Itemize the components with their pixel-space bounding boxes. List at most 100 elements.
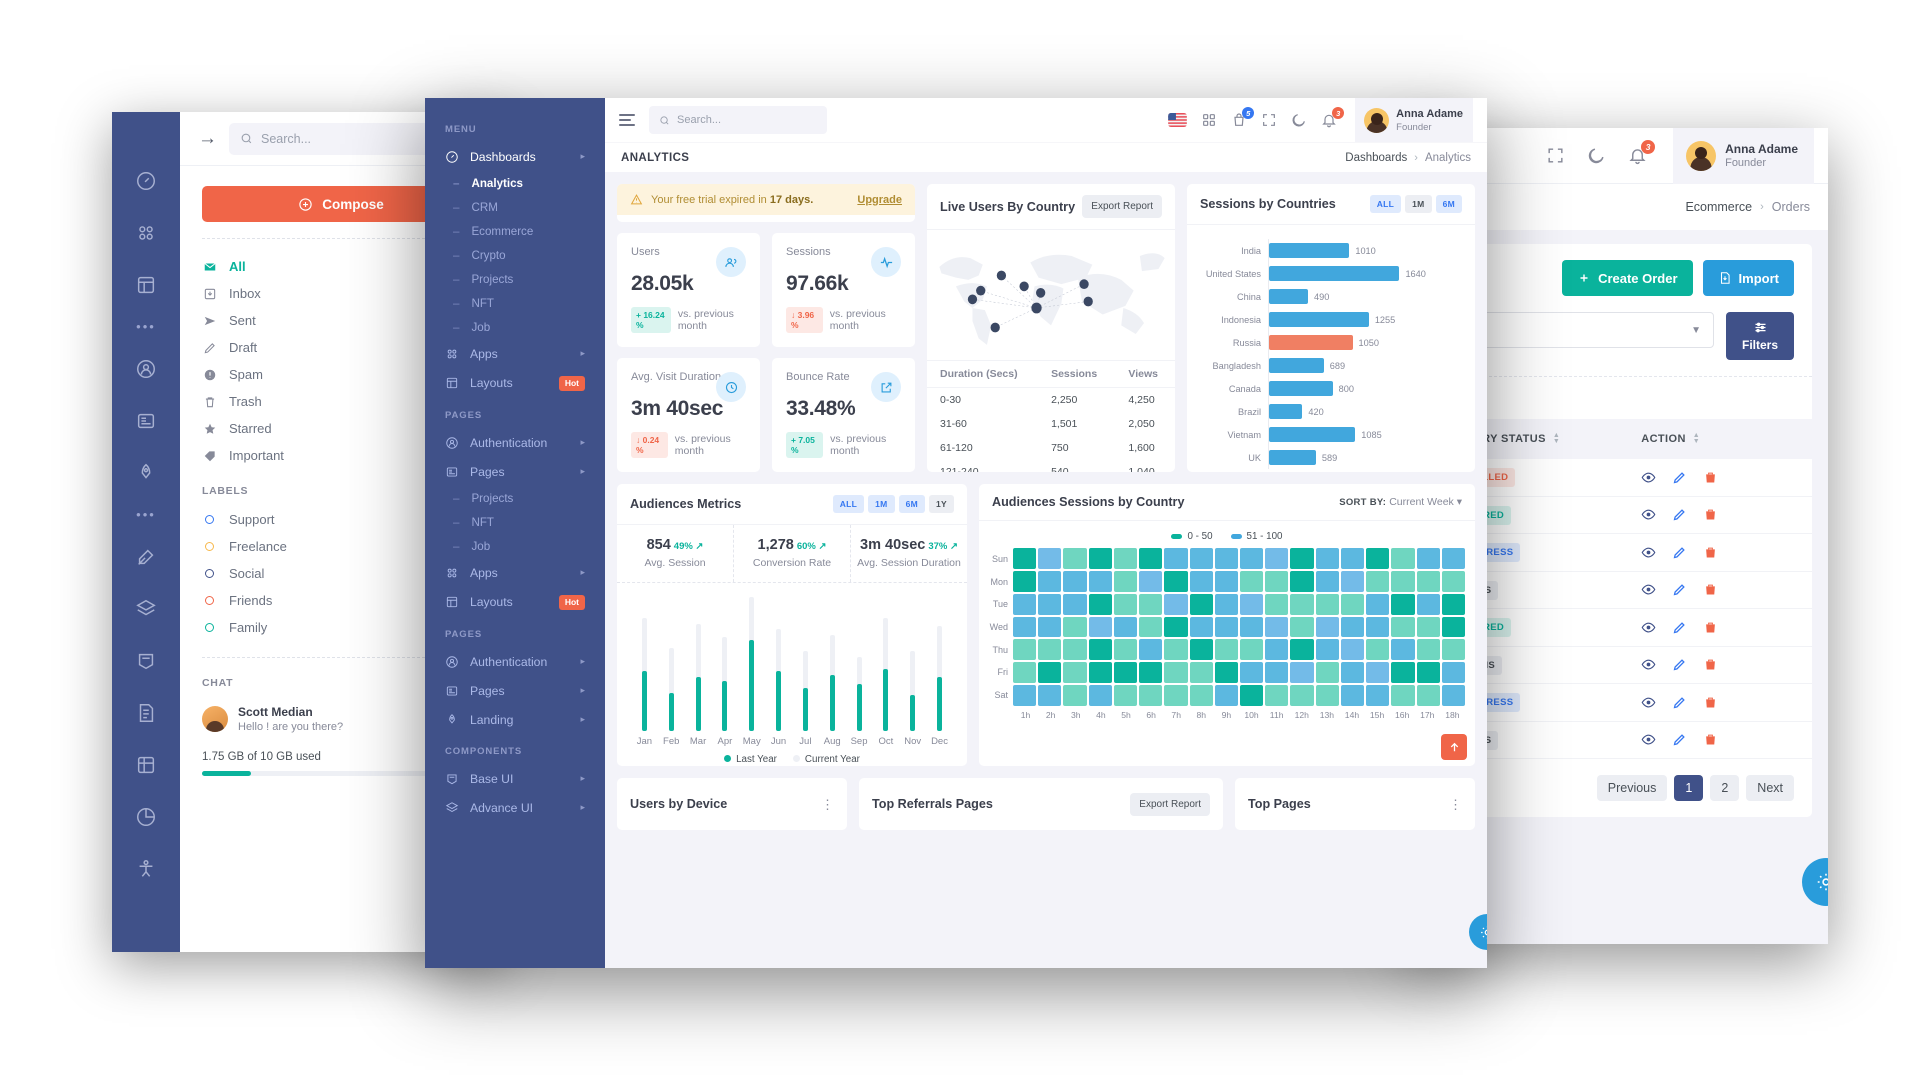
sidebar-item-pages[interactable]: Pages ▸: [425, 676, 605, 705]
view-icon[interactable]: [1641, 507, 1656, 522]
sidebar-item-base-ui[interactable]: Base UI ▸: [425, 764, 605, 793]
heatmap-cell[interactable]: [1441, 685, 1465, 706]
heatmap-cell[interactable]: [1416, 570, 1440, 592]
delete-icon[interactable]: [1703, 507, 1718, 522]
delete-icon[interactable]: [1703, 732, 1718, 747]
heatmap-cell[interactable]: [1063, 593, 1087, 615]
fullscreen-icon[interactable]: [1546, 146, 1565, 165]
heatmap-cell[interactable]: [1391, 570, 1415, 592]
heatmap-cell[interactable]: [1416, 616, 1440, 638]
heatmap-cell[interactable]: [1391, 685, 1415, 706]
heatmap-cell[interactable]: [1366, 570, 1390, 592]
user-profile-menu[interactable]: Anna Adame Founder: [1673, 128, 1814, 184]
export-report-button[interactable]: Export Report: [1082, 195, 1162, 218]
heatmap-cell[interactable]: [1139, 548, 1163, 569]
sidebar-item-projects[interactable]: – Projects: [425, 267, 605, 291]
heatmap-cell[interactable]: [1315, 570, 1339, 592]
heatmap-cell[interactable]: [1164, 616, 1188, 638]
heatmap-cell[interactable]: [1113, 616, 1138, 638]
heatmap-cell[interactable]: [1214, 639, 1238, 661]
heatmap-cell[interactable]: [1265, 662, 1289, 684]
heatmap-cell[interactable]: [1239, 593, 1264, 615]
heatmap-cell[interactable]: [1239, 662, 1264, 684]
document-icon[interactable]: [133, 700, 159, 726]
heatmap-cell[interactable]: [1038, 570, 1062, 592]
heatmap-cell[interactable]: [1441, 570, 1465, 592]
apps-grid-icon[interactable]: [1201, 112, 1217, 128]
heatmap-cell[interactable]: [1139, 639, 1163, 661]
sidebar-item-job[interactable]: – Job: [425, 534, 605, 558]
import-button[interactable]: Import: [1702, 260, 1794, 296]
next-button[interactable]: Next: [1746, 775, 1794, 801]
heatmap-cell[interactable]: [1340, 662, 1365, 684]
edit-icon[interactable]: [1672, 545, 1687, 560]
delete-icon[interactable]: [1703, 657, 1718, 672]
breadcrumb-parent[interactable]: Ecommerce: [1685, 200, 1752, 214]
menu-toggle-icon[interactable]: [619, 114, 635, 126]
heatmap-cell[interactable]: [1164, 548, 1188, 569]
heatmap-cell[interactable]: [1214, 616, 1238, 638]
heatmap-cell[interactable]: [1088, 548, 1112, 569]
heatmap-cell[interactable]: [1013, 685, 1037, 706]
heatmap-cell[interactable]: [1366, 616, 1390, 638]
search-input[interactable]: Search...: [649, 106, 827, 134]
heatmap-cell[interactable]: [1139, 570, 1163, 592]
heatmap-cell[interactable]: [1366, 548, 1390, 569]
heatmap-cell[interactable]: [1315, 593, 1339, 615]
delete-icon[interactable]: [1703, 620, 1718, 635]
edit-icon[interactable]: [1672, 732, 1687, 747]
heatmap-cell[interactable]: [1290, 548, 1314, 569]
fullscreen-icon[interactable]: [1261, 112, 1277, 128]
box-icon[interactable]: [133, 648, 159, 674]
table-icon[interactable]: [133, 752, 159, 778]
sidebar-item-crm[interactable]: – CRM: [425, 195, 605, 219]
dark-mode-icon[interactable]: [1587, 146, 1606, 165]
heatmap-cell[interactable]: [1391, 593, 1415, 615]
heatmap-cell[interactable]: [1088, 685, 1112, 706]
heatmap-cell[interactable]: [1366, 662, 1390, 684]
dark-mode-icon[interactable]: [1291, 112, 1307, 128]
page-icon[interactable]: [133, 408, 159, 434]
legend-item[interactable]: Last Year: [724, 754, 777, 765]
heatmap-cell[interactable]: [1088, 662, 1112, 684]
heatmap-cell[interactable]: [1189, 662, 1213, 684]
heatmap-cell[interactable]: [1290, 616, 1314, 638]
page-2-button[interactable]: 2: [1710, 775, 1740, 801]
heatmap-cell[interactable]: [1340, 593, 1365, 615]
heatmap-cell[interactable]: [1063, 639, 1087, 661]
heatmap-cell[interactable]: [1038, 548, 1062, 569]
view-icon[interactable]: [1641, 620, 1656, 635]
heatmap-cell[interactable]: [1265, 593, 1289, 615]
heatmap-cell[interactable]: [1239, 685, 1264, 706]
sidebar-item-analytics[interactable]: – Analytics: [425, 171, 605, 195]
heatmap-cell[interactable]: [1441, 616, 1465, 638]
heatmap-cell[interactable]: [1063, 662, 1087, 684]
heatmap-cell[interactable]: [1038, 685, 1062, 706]
heatmap-cell[interactable]: [1113, 593, 1138, 615]
heatmap-cell[interactable]: [1239, 548, 1264, 569]
heatmap-cell[interactable]: [1340, 616, 1365, 638]
heatmap-cell[interactable]: [1416, 593, 1440, 615]
range-chip-1m[interactable]: 1M: [1405, 195, 1432, 213]
column-action[interactable]: ACTION ▲ ▼: [1641, 432, 1796, 445]
heatmap-cell[interactable]: [1214, 593, 1238, 615]
heatmap-cell[interactable]: [1113, 639, 1138, 661]
heatmap-cell[interactable]: [1164, 593, 1188, 615]
heatmap-cell[interactable]: [1164, 662, 1188, 684]
view-icon[interactable]: [1641, 732, 1656, 747]
heatmap-cell[interactable]: [1290, 570, 1314, 592]
heatmap-cell[interactable]: [1315, 548, 1339, 569]
sidebar-item-layouts[interactable]: Layouts Hot: [425, 368, 605, 398]
heatmap-cell[interactable]: [1416, 662, 1440, 684]
heatmap-cell[interactable]: [1290, 639, 1314, 661]
edit-icon[interactable]: [1672, 695, 1687, 710]
view-icon[interactable]: [1641, 470, 1656, 485]
user-circle-icon[interactable]: [133, 356, 159, 382]
heatmap-cell[interactable]: [1164, 570, 1188, 592]
heatmap-cell[interactable]: [1214, 548, 1238, 569]
heatmap-cell[interactable]: [1340, 639, 1365, 661]
heatmap-cell[interactable]: [1214, 685, 1238, 706]
heatmap-cell[interactable]: [1139, 616, 1163, 638]
delete-icon[interactable]: [1703, 695, 1718, 710]
heatmap-cell[interactable]: [1189, 593, 1213, 615]
